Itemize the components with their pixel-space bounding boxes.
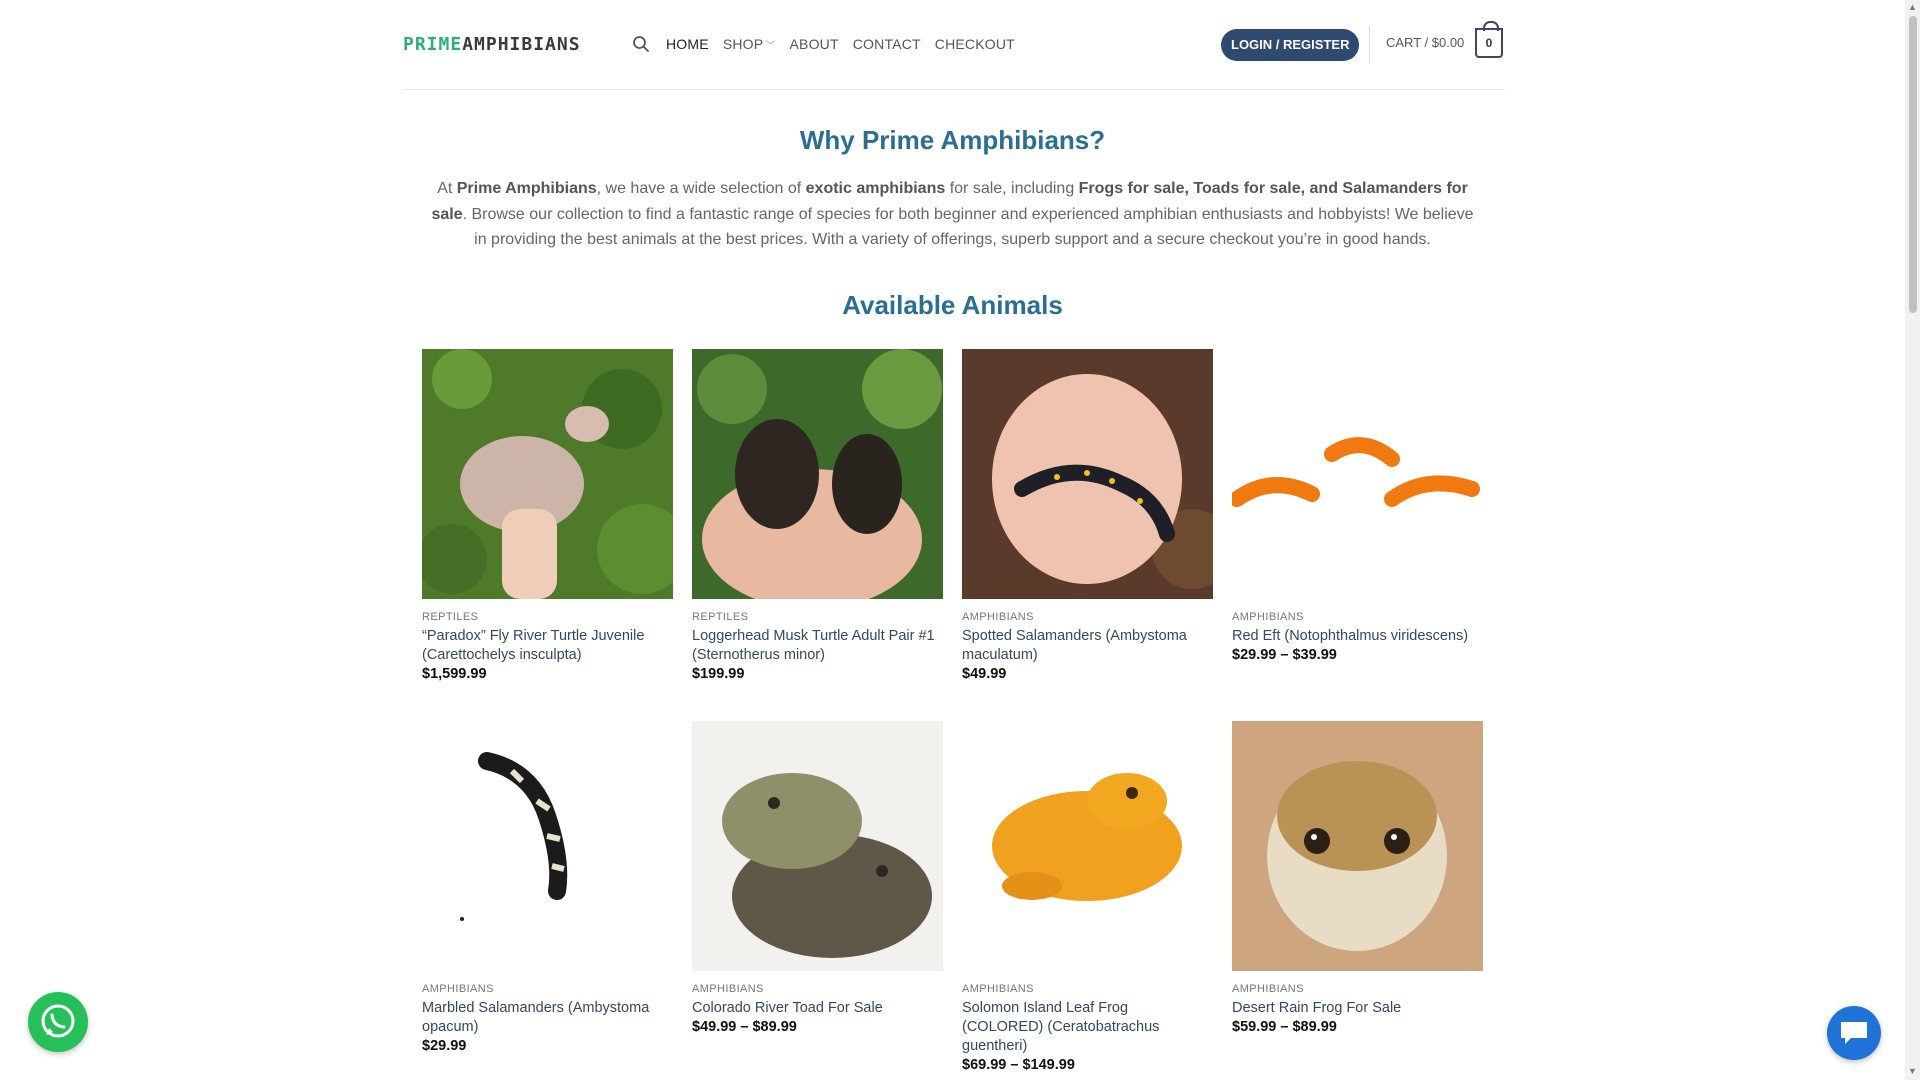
product-card[interactable]: AMPHIBIANS Red Eft (Notophthalmus viride… (1232, 349, 1483, 669)
product-category: AMPHIBIANS (1232, 983, 1304, 995)
product-image-spotted-salamanders[interactable] (962, 349, 1213, 599)
available-animals-title: Available Animals (842, 290, 1063, 320)
product-card[interactable]: AMPHIBIANS Marbled Salamanders (Ambystom… (422, 721, 673, 1054)
intro-brand: Prime Amphibians (456, 180, 597, 197)
product-card[interactable]: AMPHIBIANS Desert Rain Frog For Sale $59… (1232, 721, 1483, 1041)
product-image-red-eft[interactable] (1232, 349, 1483, 599)
product-card[interactable]: AMPHIBIANS Colorado River Toad For Sale … (692, 721, 943, 1041)
product-category: REPTILES (422, 611, 479, 623)
scrollbar-thumb[interactable] (1909, 16, 1917, 313)
product-name[interactable]: “Paradox” Fly River Turtle Juvenile (Car… (422, 627, 673, 665)
product-category: AMPHIBIANS (962, 983, 1034, 995)
logo-prime-text: PRIME (403, 34, 463, 55)
product-category: AMPHIBIANS (692, 983, 764, 995)
product-image-solomon-leaf-frog[interactable] (962, 721, 1213, 971)
scroll-down-arrow-icon[interactable]: ▼ (1908, 1066, 1917, 1076)
product-price: $1,599.99 (422, 666, 487, 682)
nav-about[interactable]: ABOUT (790, 36, 839, 52)
why-title: Why Prime Amphibians? (799, 125, 1106, 155)
main-nav: HOME SHOP ﹀ ABOUT CONTACT CHECKOUT (632, 35, 1015, 53)
product-name[interactable]: Loggerhead Musk Turtle Adult Pair #1 (St… (692, 627, 943, 665)
chat-icon (1841, 1022, 1867, 1044)
product-category: AMPHIBIANS (422, 983, 494, 995)
cart-count-badge[interactable]: 0 (1475, 21, 1503, 58)
product-price: $29.99 – $39.99 (1232, 647, 1337, 663)
product-price: $199.99 (692, 666, 745, 682)
product-card[interactable]: REPTILES “Paradox” Fly River Turtle Juve… (422, 349, 673, 682)
product-category: AMPHIBIANS (962, 611, 1034, 623)
chevron-down-icon: ﹀ (765, 41, 776, 52)
site-header: PRIMEAMPHIBIANS HOME SHOP ﹀ ABOUT CONTACT… (403, 0, 1505, 90)
chat-button[interactable] (1827, 1006, 1881, 1060)
nav-shop-label: SHOP (722, 36, 764, 52)
product-name[interactable]: Colorado River Toad For Sale (692, 999, 943, 1018)
product-category: AMPHIBIANS (1232, 611, 1304, 623)
nav-contact[interactable]: CONTACT (853, 36, 921, 52)
intro-paragraph: At Prime Amphibians, we have a wide sele… (430, 176, 1475, 253)
header-divider (1369, 26, 1370, 64)
cart-link[interactable]: CART / $0.00 (1386, 35, 1464, 50)
whatsapp-icon (41, 1004, 75, 1038)
product-image-loggerhead-musk-turtle[interactable] (692, 349, 943, 599)
product-price: $49.99 (962, 666, 1007, 682)
intro-exotic: exotic amphibians (805, 180, 946, 197)
page-scrollbar[interactable]: ▲ ▼ (1905, 0, 1920, 1080)
scroll-up-arrow-icon[interactable]: ▲ (1908, 2, 1917, 12)
product-price: $69.99 – $149.99 (962, 1057, 1075, 1073)
login-register-button[interactable]: LOGIN / REGISTER (1221, 29, 1360, 61)
product-image-fly-river-turtle[interactable] (422, 349, 673, 599)
product-name[interactable]: Marbled Salamanders (Ambystoma opacum) (422, 999, 673, 1037)
product-name[interactable]: Spotted Salamanders (Ambystoma maculatum… (962, 627, 1213, 665)
product-card[interactable]: REPTILES Loggerhead Musk Turtle Adult Pa… (692, 349, 943, 682)
intro-text-2: , we have a wide selection of (596, 180, 806, 197)
product-category: REPTILES (692, 611, 749, 623)
product-image-marbled-salamanders[interactable] (422, 721, 673, 971)
product-name[interactable]: Red Eft (Notophthalmus viridescens) (1232, 627, 1483, 646)
product-price: $49.99 – $89.99 (692, 1019, 797, 1035)
whatsapp-button[interactable] (28, 992, 88, 1052)
site-logo[interactable]: PRIMEAMPHIBIANS (403, 34, 581, 55)
search-icon[interactable] (632, 35, 650, 53)
nav-shop[interactable]: SHOP ﹀ (723, 36, 776, 52)
product-price: $29.99 (422, 1038, 467, 1054)
product-image-desert-rain-frog[interactable] (1232, 721, 1483, 971)
product-name[interactable]: Solomon Island Leaf Frog (COLORED) (Cera… (962, 999, 1213, 1056)
intro-text-4: . Browse our collection to find a fantas… (462, 205, 1474, 249)
product-grid: REPTILES “Paradox” Fly River Turtle Juve… (422, 349, 1484, 1073)
product-price: $59.99 – $89.99 (1232, 1019, 1337, 1035)
nav-home[interactable]: HOME (666, 36, 709, 52)
product-image-colorado-river-toad[interactable] (692, 721, 943, 971)
intro-text-3: for sale, including (945, 180, 1079, 197)
nav-checkout[interactable]: CHECKOUT (935, 36, 1015, 52)
product-card[interactable]: AMPHIBIANS Spotted Salamanders (Ambystom… (962, 349, 1213, 682)
product-card[interactable]: AMPHIBIANS Solomon Island Leaf Frog (COL… (962, 721, 1213, 1073)
logo-amphibians-text: AMPHIBIANS (462, 34, 581, 55)
intro-text-1: At (437, 180, 457, 197)
product-name[interactable]: Desert Rain Frog For Sale (1232, 999, 1483, 1018)
